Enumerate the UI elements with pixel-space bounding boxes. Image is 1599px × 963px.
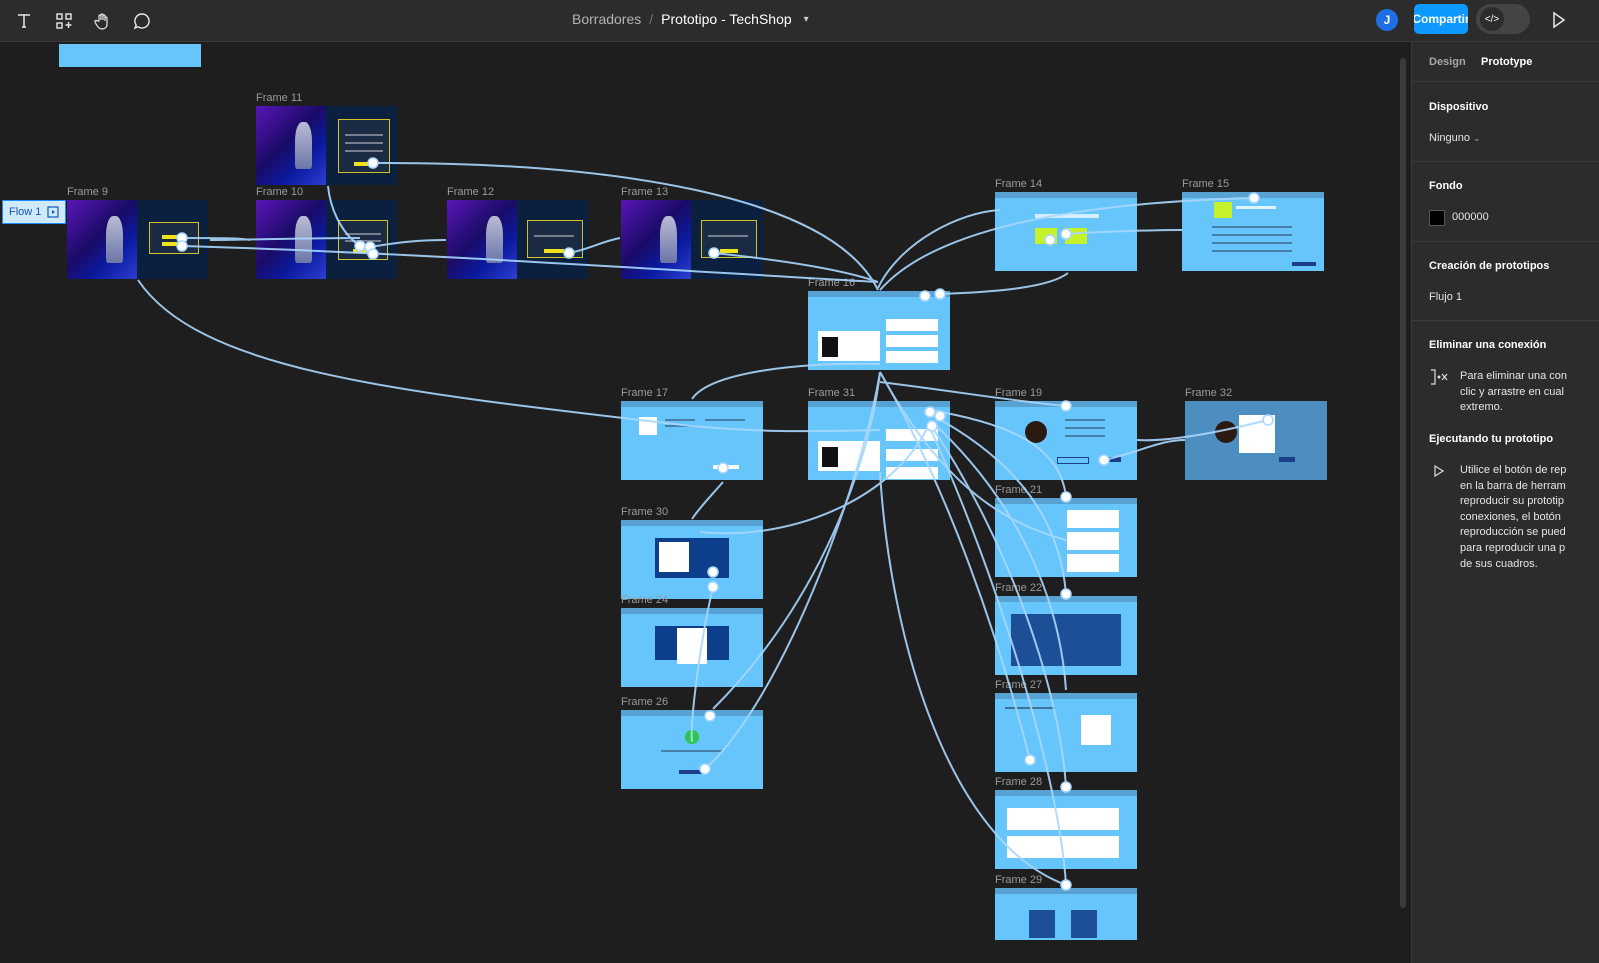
text-line: Para eliminar una con (1460, 370, 1568, 382)
running-prototype-text: Utilice el botón de rep en la barra de h… (1460, 463, 1599, 572)
background-heading: Fondo (1429, 180, 1463, 192)
divider (1412, 241, 1599, 242)
tab-design[interactable]: Design (1429, 56, 1466, 68)
design-canvas[interactable]: Flow 1 Frame 11 Frame 9 Frame 10 Frame 1… (0, 42, 1411, 963)
divider (1412, 161, 1599, 162)
divider (1412, 320, 1599, 321)
file-name[interactable]: Prototipo - TechShop (661, 11, 792, 27)
text-line: clic y arrastre en cual (1460, 385, 1564, 398)
device-select[interactable]: Ninguno ⌄ (1429, 132, 1481, 144)
divider (1412, 81, 1599, 82)
play-icon (1434, 464, 1445, 478)
chevron-down-icon: ⌄ (1473, 133, 1481, 143)
prototype-connections (137, 157, 1274, 891)
tab-prototype[interactable]: Prototype (1481, 56, 1532, 68)
canvas-scrollbar[interactable] (1400, 58, 1406, 908)
text-line: reproducción se pued (1460, 526, 1566, 539)
remove-connection-text: Para eliminar una con clic y arrastre en… (1460, 369, 1599, 416)
share-button[interactable]: Compartir (1414, 4, 1468, 34)
background-hex[interactable]: 000000 (1452, 211, 1489, 223)
chevron-down-icon[interactable]: ▾ (804, 14, 809, 25)
top-toolbar: Borradores / Prototipo - TechShop ▾ J Co… (0, 0, 1599, 42)
text-line: en la barra de herram (1460, 479, 1566, 492)
running-prototype-heading: Ejecutando tu prototipo (1429, 433, 1554, 445)
text-line: de sus cuadros. (1460, 557, 1538, 570)
components-icon[interactable] (51, 8, 77, 34)
present-play-icon[interactable] (1552, 10, 1566, 30)
background-swatch[interactable] (1429, 210, 1445, 226)
device-value: Ninguno (1429, 132, 1470, 144)
code-icon: </> (1480, 7, 1504, 31)
avatar[interactable]: J (1376, 9, 1398, 31)
text-line: reproducir su prototip (1460, 495, 1564, 508)
text-line: para reproducir una p (1460, 541, 1566, 554)
breadcrumb-parent[interactable]: Borradores (572, 11, 641, 27)
dev-mode-toggle[interactable]: </> (1476, 4, 1530, 34)
hand-icon[interactable] (90, 8, 116, 34)
device-heading: Dispositivo (1429, 101, 1489, 113)
text-icon[interactable] (11, 8, 37, 34)
disconnect-icon (1431, 369, 1448, 385)
prototyping-heading: Creación de prototipos (1429, 260, 1550, 272)
flow-item[interactable]: Flujo 1 (1429, 291, 1462, 303)
text-line: conexiones, el botón (1460, 510, 1561, 523)
text-line: Utilice el botón de rep (1460, 464, 1567, 476)
file-breadcrumb: Borradores / Prototipo - TechShop ▾ (572, 11, 809, 27)
comment-icon[interactable] (129, 8, 155, 34)
remove-connection-heading: Eliminar una conexión (1429, 339, 1547, 351)
text-line: extremo. (1460, 401, 1503, 414)
breadcrumb-separator: / (649, 11, 654, 27)
properties-panel: Design Prototype Dispositivo Ninguno ⌄ F… (1411, 42, 1599, 963)
